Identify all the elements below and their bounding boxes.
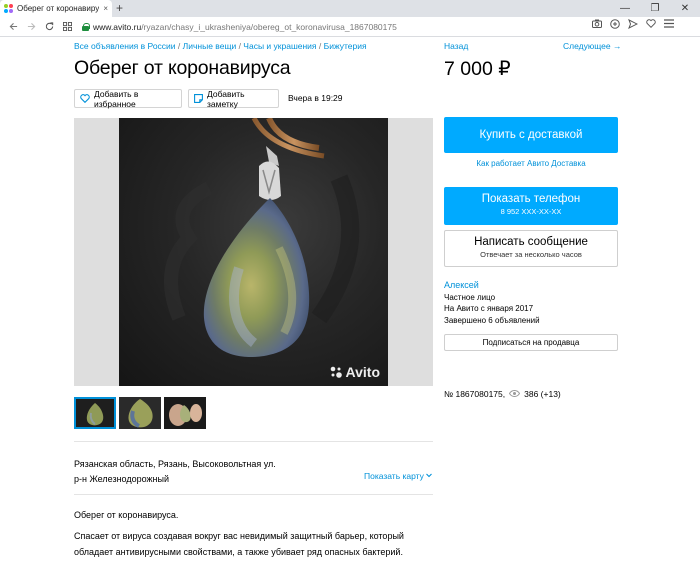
back-link[interactable]: Назад	[444, 41, 468, 51]
response-time: Отвечает за несколько часов	[480, 250, 582, 259]
breadcrumb-separator: /	[175, 41, 183, 51]
view-count: 386 (+13)	[524, 389, 561, 399]
apps-icon[interactable]	[58, 18, 76, 36]
district-line: р-н Железнодорожный	[74, 473, 169, 484]
address-block: Рязанская область, Рязань, Высоковольтна…	[74, 457, 276, 486]
heart-outline-icon[interactable]	[646, 19, 656, 32]
write-message-button[interactable]: Написать сообщение Отвечает за несколько…	[444, 230, 618, 267]
photo-gallery[interactable]: Avito	[74, 118, 433, 386]
show-map-link[interactable]: Показать карту	[364, 471, 433, 481]
url-path: /ryazan/chasy_i_ukrasheniya/obereg_ot_ko…	[141, 22, 397, 32]
back-arrow-icon[interactable]	[4, 18, 22, 36]
subscribe-seller-button[interactable]: Подписаться на продавца	[444, 334, 618, 351]
next-link[interactable]: Следующее →	[563, 41, 621, 51]
divider	[74, 441, 433, 442]
delivery-info-link[interactable]: Как работает Авито Доставка	[444, 159, 618, 168]
breadcrumb-item-watches[interactable]: Часы и украшения	[243, 41, 316, 51]
address-bar[interactable]: www.avito.ru/ryazan/chasy_i_ukrasheniya/…	[82, 19, 610, 35]
show-map-label: Показать карту	[364, 471, 424, 481]
camera-icon[interactable]	[592, 19, 602, 32]
buy-with-delivery-button[interactable]: Купить с доставкой	[444, 117, 618, 153]
new-tab-button[interactable]: +	[116, 1, 123, 15]
thumbnail-2[interactable]	[119, 397, 161, 429]
add-note-label: Добавить заметку	[207, 88, 245, 109]
ad-meta: № 1867080175, 386 (+13)	[444, 389, 561, 399]
breadcrumb-item-all[interactable]: Все объявления в России	[74, 41, 176, 51]
minimize-button[interactable]: —	[610, 0, 640, 17]
write-message-label: Написать сообщение	[474, 236, 588, 248]
breadcrumb: Все объявления в России / Личные вещи / …	[74, 41, 367, 51]
seller-name[interactable]: Алексей	[444, 280, 540, 292]
watermark-text: Avito	[345, 364, 380, 380]
thumbnail-strip	[74, 397, 206, 429]
restore-button[interactable]: ❐	[640, 0, 670, 17]
seller-info: Алексей Частное лицо На Авито с января 2…	[444, 280, 540, 327]
phone-number: 8 952 XXX-XX-XX	[500, 207, 562, 216]
posted-date: Вчера в 19:29	[288, 93, 343, 103]
show-phone-button[interactable]: Показать телефон 8 952 XXX-XX-XX	[444, 187, 618, 225]
tab-close-icon[interactable]: ×	[103, 4, 108, 13]
heart-icon	[80, 94, 90, 103]
note-icon	[194, 94, 203, 103]
chevron-down-icon	[426, 473, 433, 478]
add-favorite-button[interactable]: Добавить в избранное	[74, 88, 182, 109]
send-icon[interactable]	[628, 18, 639, 32]
ad-number: № 1867080175,	[444, 389, 506, 399]
menu-icon[interactable]	[664, 19, 674, 32]
seller-type: Частное лицо	[444, 292, 496, 302]
breadcrumb-separator: /	[316, 41, 324, 51]
show-phone-label: Показать телефон	[481, 193, 581, 205]
add-favorite-label: Добавить в избранное	[94, 88, 139, 109]
breadcrumb-item-jewelry[interactable]: Бижутерия	[324, 41, 367, 51]
close-window-button[interactable]: ✕	[670, 0, 700, 17]
lock-icon	[82, 23, 90, 31]
price: 7 000 ₽	[444, 58, 511, 80]
breadcrumb-item-personal[interactable]: Личные вещи	[183, 41, 237, 51]
description-title: Оберег от коронавируса.	[74, 510, 179, 520]
main-photo[interactable]: Avito	[119, 118, 388, 386]
avito-watermark: Avito	[329, 364, 380, 380]
description: Оберег от коронавируса. Спасает от вирус…	[74, 507, 434, 561]
page-title: Оберег от коронавируса	[74, 57, 291, 79]
thumbnail-3[interactable]	[164, 397, 206, 429]
eye-icon	[509, 389, 521, 399]
avito-favicon	[4, 4, 13, 13]
forward-arrow-icon[interactable]	[22, 18, 40, 36]
url-host: www.avito.ru	[93, 22, 142, 32]
browser-tab[interactable]: Оберег от коронавируса ×	[0, 0, 112, 17]
divider	[74, 494, 433, 495]
browser-navbar: www.avito.ru/ryazan/chasy_i_ukrasheniya/…	[0, 17, 700, 37]
thumbnail-1[interactable]	[74, 397, 116, 429]
description-body: Спасает от вируса создавая вокруг вас не…	[74, 530, 404, 558]
extension-icon[interactable]	[610, 19, 620, 32]
seller-since: На Авито с января 2017	[444, 304, 534, 314]
browser-tabbar: Оберег от коронавируса × + — ❐ ✕	[0, 0, 700, 17]
seller-completed: Завершено 6 объявлений	[444, 316, 540, 326]
add-note-button[interactable]: Добавить заметку	[188, 88, 279, 109]
address-line: Рязанская область, Рязань, Высоковольтна…	[74, 459, 276, 469]
reload-icon[interactable]	[40, 18, 58, 36]
tab-title: Оберег от коронавируса	[17, 4, 100, 13]
